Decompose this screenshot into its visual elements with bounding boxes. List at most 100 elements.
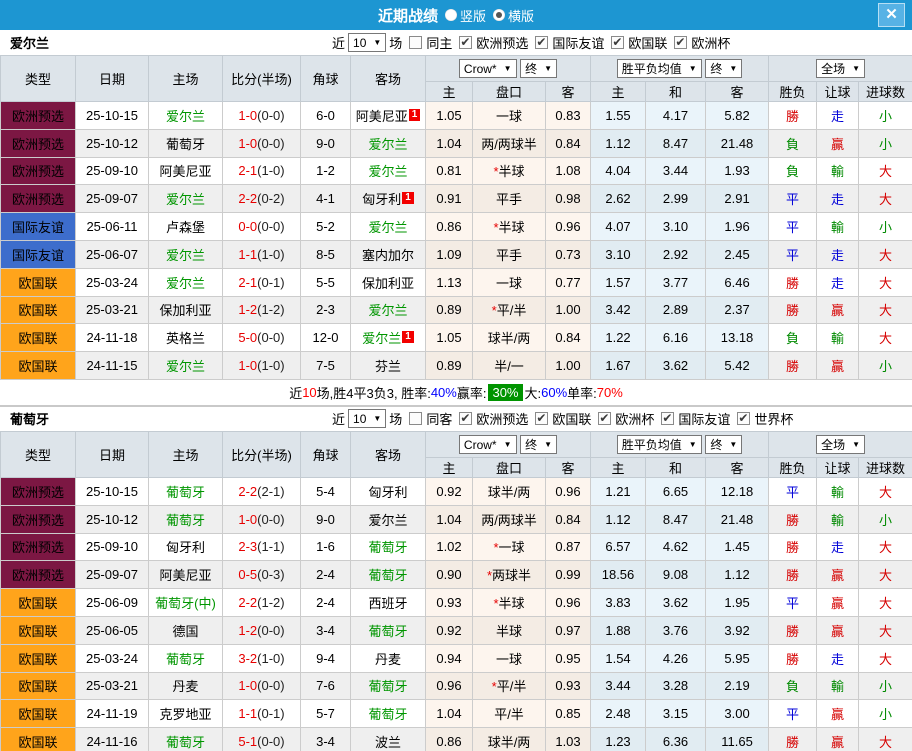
avg-type-select[interactable]: 胜平负均值▼ [617,435,702,454]
result-handicap: 贏 [817,616,859,644]
away-team: 爱尔兰 [351,157,426,185]
result-wdl: 平 [769,700,817,728]
avg-state-select[interactable]: 终▼ [705,59,742,78]
away-team: 爱尔兰1 [351,324,426,352]
away-team: 爱尔兰 [351,505,426,533]
odds-away: 1.00 [546,352,591,380]
table-row: 欧洲预选25-10-12葡萄牙1-0(0-0)9-0爱尔兰1.04两/两球半0.… [1,505,912,533]
sub-header-result-goals: 进球数 [859,82,912,102]
odds-state-select[interactable]: 终▼ [520,435,557,454]
chevron-down-icon: ▼ [852,440,860,449]
avg-type-select[interactable]: 胜平负均值▼ [617,59,702,78]
match-count-select[interactable]: 10▼ [348,33,386,52]
avg-home: 1.57 [591,268,646,296]
close-button[interactable]: ✕ [878,3,905,27]
odds-company-select[interactable]: Crow*▼ [459,435,517,454]
odds-company-select-value: Crow* [464,438,497,452]
avg-home: 4.07 [591,213,646,241]
result-goals: 大 [859,324,912,352]
corner-score: 2-4 [301,589,351,617]
fulltime-score: 3-2 [238,651,257,666]
same-venue-checkbox[interactable] [409,412,422,425]
halftime-score: (0-2) [257,191,284,206]
filter-controls: 近10▼场同客欧洲预选欧国联欧洲杯国际友谊世界杯 [332,409,793,428]
league-checkbox-2[interactable] [598,412,611,425]
sub-header-result-handicap: 让球 [817,82,859,102]
corner-score: 1-2 [301,157,351,185]
score: 2-2(2-1) [223,477,301,505]
match-date: 25-06-05 [76,616,149,644]
table-row: 欧洲预选25-10-12葡萄牙1-0(0-0)9-0爱尔兰1.04两/两球半0.… [1,129,912,157]
avg-home: 1.21 [591,477,646,505]
filter-bar: 爱尔兰近10▼场同主欧洲预选国际友谊欧国联欧洲杯 [0,30,912,55]
table-row: 欧国联25-03-24葡萄牙3-2(1-0)9-4丹麦0.94一球0.951.5… [1,644,912,672]
layout-radio-horizontal[interactable]: 横版 [493,6,534,25]
result-goals: 小 [859,352,912,380]
away-team-name: 匈牙利 [362,192,401,207]
score: 1-0(0-0) [223,505,301,533]
result-wdl: 勝 [769,533,817,561]
league-checkbox-0[interactable] [459,36,472,49]
home-team-name: 克罗地亚 [159,707,211,722]
odds-company-select[interactable]: Crow*▼ [459,59,517,78]
fulltime-score: 2-1 [238,163,257,178]
radio-selected-icon [493,9,505,21]
result-wdl: 負 [769,672,817,700]
scope-select[interactable]: 全场▼ [816,59,865,78]
avg-away: 1.93 [706,157,769,185]
league-checkbox-3[interactable] [674,36,687,49]
league-checkbox-4[interactable] [737,412,750,425]
handicap: 一球 [473,102,546,130]
scope-select[interactable]: 全场▼ [816,435,865,454]
league-checkbox-1[interactable] [535,36,548,49]
team-name: 葡萄牙 [10,409,49,428]
section-ireland: 爱尔兰近10▼场同主欧洲预选国际友谊欧国联欧洲杯类型日期主场比分(半场)角球客场… [0,30,912,406]
odds-state-select[interactable]: 终▼ [520,59,557,78]
league-checkbox-2[interactable] [611,36,624,49]
col-header-away: 客场 [351,56,426,102]
result-goals: 大 [859,240,912,268]
away-team-name: 西班牙 [368,596,407,611]
sub-header-avg-draw: 和 [646,82,706,102]
result-handicap: 走 [817,185,859,213]
score: 5-0(0-0) [223,324,301,352]
avg-home: 3.44 [591,672,646,700]
halftime-score: (0-0) [257,734,284,749]
avg-away: 2.45 [706,240,769,268]
away-team-name: 爱尔兰 [362,331,401,346]
sub-header-odds-away: 客 [546,82,591,102]
avg-away: 5.95 [706,644,769,672]
sub-header-result-goals: 进球数 [859,457,912,477]
avg-state-select[interactable]: 终▼ [705,435,742,454]
chevron-down-icon: ▼ [544,440,552,449]
avg-type-select-value: 胜平负均值 [622,436,682,453]
handicap-value: 半球 [496,624,522,639]
col-header-corner: 角球 [301,431,351,477]
home-team: 保加利亚 [149,296,223,324]
table-row: 欧国联25-03-21保加利亚1-2(1-2)2-3爱尔兰0.89*平/半1.0… [1,296,912,324]
league-checkbox-1[interactable] [535,412,548,425]
score: 1-0(0-0) [223,129,301,157]
result-wdl: 勝 [769,268,817,296]
col-header-home: 主场 [149,431,223,477]
away-team-name: 保加利亚 [362,276,414,291]
avg-away: 21.48 [706,129,769,157]
home-team-name: 葡萄牙 [166,513,205,528]
summary-text: 40% [431,385,457,400]
result-goals: 大 [859,157,912,185]
sections-container: 爱尔兰近10▼场同主欧洲预选国际友谊欧国联欧洲杯类型日期主场比分(半场)角球客场… [0,30,912,751]
match-count-select[interactable]: 10▼ [348,409,386,428]
league-checkbox-0[interactable] [459,412,472,425]
avg-draw: 4.17 [646,102,706,130]
league-checkbox-3[interactable] [661,412,674,425]
result-handicap: 輸 [817,324,859,352]
result-handicap: 贏 [817,561,859,589]
home-team-name: 英格兰 [166,331,205,346]
home-team: 克罗地亚 [149,700,223,728]
layout-radio-vertical[interactable]: 竖版 [445,6,486,25]
same-venue-checkbox[interactable] [409,36,422,49]
avg-draw: 3.62 [646,352,706,380]
match-date: 25-10-15 [76,102,149,130]
same-venue-label: 同客 [426,409,452,428]
corner-score: 5-5 [301,268,351,296]
